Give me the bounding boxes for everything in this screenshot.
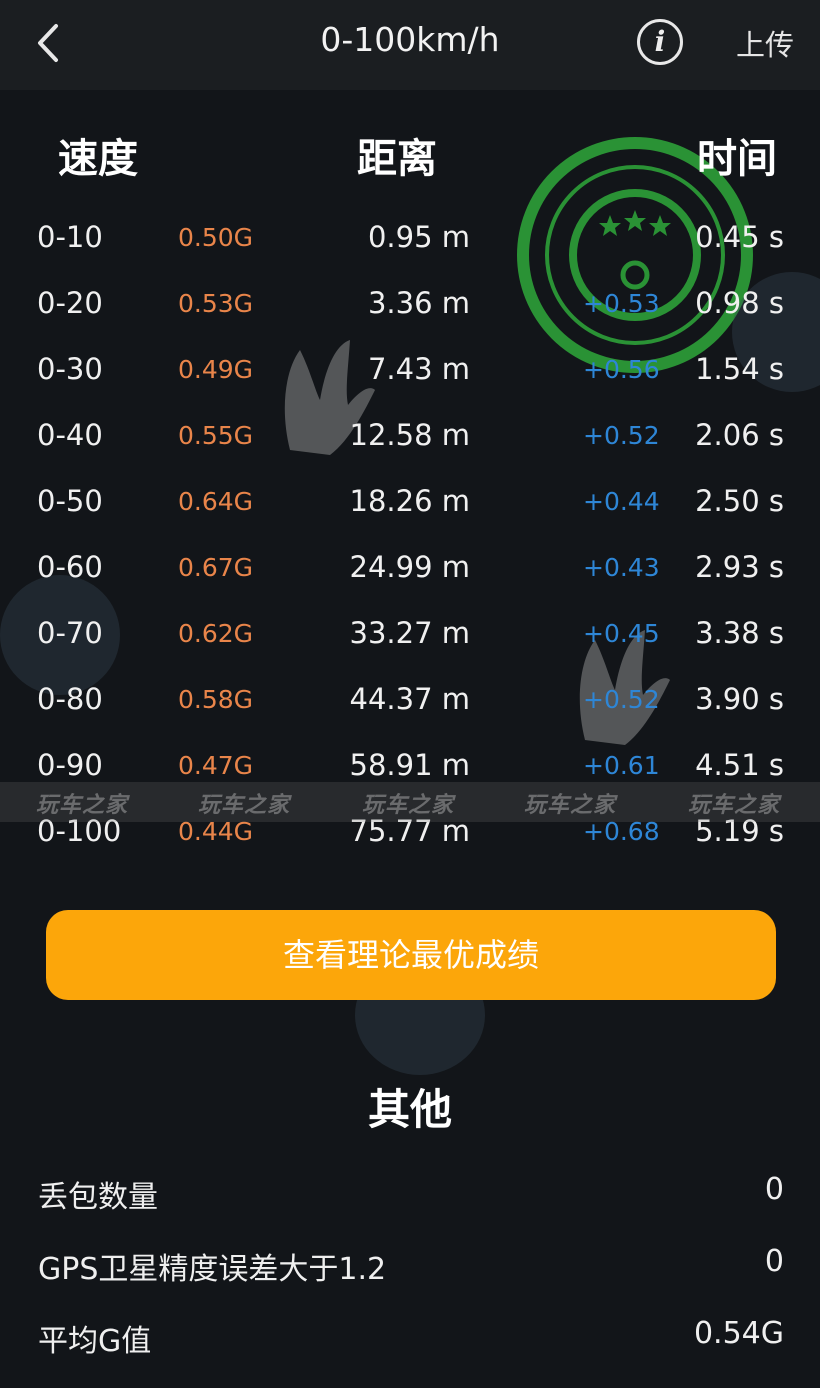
- g-value: 0.47G: [178, 751, 254, 780]
- time-delta: +0.53: [583, 289, 660, 318]
- speed-range: 0-70: [37, 616, 103, 650]
- speed-range: 0-10: [37, 220, 103, 254]
- g-value: 0.64G: [178, 487, 254, 516]
- time-value: 3.38 s: [695, 616, 784, 650]
- column-header-speed: 速度: [58, 136, 138, 182]
- time-value: 2.93 s: [695, 550, 784, 584]
- speed-range: 0-90: [37, 748, 103, 782]
- stat-label: GPS卫星精度误差大于1.2: [38, 1252, 387, 1287]
- site-watermark: 玩车之家: [36, 793, 129, 818]
- time-delta: +0.61: [583, 751, 660, 780]
- time-delta: +0.56: [583, 355, 660, 384]
- speed-range: 0-40: [37, 418, 103, 452]
- site-watermark: 玩车之家: [524, 793, 617, 818]
- time-value: 2.50 s: [695, 484, 784, 518]
- g-value: 0.53G: [178, 289, 254, 318]
- time-delta: +0.43: [583, 553, 660, 582]
- time-value: 3.90 s: [695, 682, 784, 716]
- g-value: 0.55G: [178, 421, 254, 450]
- distance-value: 58.91 m: [349, 748, 471, 782]
- stat-row-average-g: 平均G值 0.54G: [0, 1316, 820, 1366]
- distance-value: 33.27 m: [349, 616, 471, 650]
- distance-value: 7.43 m: [367, 352, 470, 386]
- g-value: 0.67G: [178, 553, 254, 582]
- stat-row-packet-loss: 丢包数量 0: [0, 1172, 820, 1222]
- table-row: 0-80 0.58G 44.37 m +0.52 3.90 s: [0, 682, 820, 748]
- stat-value: 0.54G: [693, 1316, 784, 1351]
- stat-label: 丢包数量: [38, 1180, 158, 1215]
- upload-button[interactable]: 上传: [736, 22, 794, 64]
- distance-value: 44.37 m: [349, 682, 471, 716]
- time-value: 0.45 s: [695, 220, 784, 254]
- table-row: 0-20 0.53G 3.36 m +0.53 0.98 s: [0, 286, 820, 352]
- time-value: 0.98 s: [695, 286, 784, 320]
- table-row: 0-70 0.62G 33.27 m +0.45 3.38 s: [0, 616, 820, 682]
- g-value: 0.49G: [178, 355, 254, 384]
- table-row: 0-30 0.49G 7.43 m +0.56 1.54 s: [0, 352, 820, 418]
- speed-range: 0-30: [37, 352, 103, 386]
- speed-range: 0-20: [37, 286, 103, 320]
- info-icon[interactable]: i: [637, 19, 683, 65]
- site-watermark: 玩车之家: [688, 793, 781, 818]
- time-delta: +0.52: [583, 421, 660, 450]
- speed-range: 0-50: [37, 484, 103, 518]
- site-watermark: 玩车之家: [362, 793, 455, 818]
- speed-range: 0-80: [37, 682, 103, 716]
- table-row: 0-50 0.64G 18.26 m +0.44 2.50 s: [0, 484, 820, 550]
- site-watermark: 玩车之家: [198, 793, 291, 818]
- time-value: 2.06 s: [695, 418, 784, 452]
- column-header-distance: 距离: [357, 136, 437, 182]
- distance-value: 3.36 m: [367, 286, 470, 320]
- stat-label: 平均G值: [38, 1324, 152, 1359]
- time-value: 1.54 s: [695, 352, 784, 386]
- stat-value: 0: [764, 1172, 784, 1207]
- time-delta: +0.52: [583, 685, 660, 714]
- distance-value: 0.95 m: [367, 220, 470, 254]
- table-row: 0-100 0.44G 75.77 m +0.68 5.19 s: [0, 814, 820, 880]
- speed-range: 0-60: [37, 550, 103, 584]
- time-delta: +0.45: [583, 619, 660, 648]
- distance-value: 24.99 m: [349, 550, 471, 584]
- time-value: 4.51 s: [695, 748, 784, 782]
- g-value: 0.50G: [178, 223, 254, 252]
- table-row: 0-10 0.50G 0.95 m 0.45 s: [0, 220, 820, 286]
- table-row: 0-60 0.67G 24.99 m +0.43 2.93 s: [0, 550, 820, 616]
- other-section-title: 其他: [367, 1085, 452, 1134]
- time-delta: +0.44: [583, 487, 660, 516]
- distance-value: 12.58 m: [349, 418, 471, 452]
- stat-value: 0: [764, 1244, 784, 1279]
- stat-row-gps-error: GPS卫星精度误差大于1.2 0: [0, 1244, 820, 1294]
- g-value: 0.62G: [178, 619, 254, 648]
- view-best-result-button[interactable]: 查看理论最优成绩: [46, 910, 776, 1000]
- top-bar: 0-100km/h i 上传: [0, 0, 820, 90]
- distance-value: 18.26 m: [349, 484, 471, 518]
- g-value: 0.58G: [178, 685, 254, 714]
- table-row: 0-40 0.55G 12.58 m +0.52 2.06 s: [0, 418, 820, 484]
- page-title: 0-100km/h: [320, 20, 500, 59]
- column-header-time: 时间: [697, 136, 777, 182]
